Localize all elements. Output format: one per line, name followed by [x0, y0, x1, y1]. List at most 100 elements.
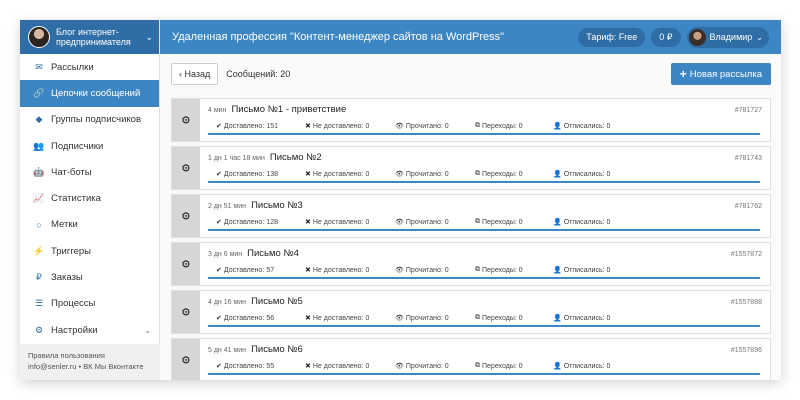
message-delay: 2 дн 51 мин — [208, 203, 247, 210]
stat-label: Переходы: — [482, 314, 517, 322]
brand-avatar — [28, 26, 50, 48]
contact-links[interactable]: info@senler.ru • ВК Мы Вконтакте — [28, 361, 152, 372]
drag-handle[interactable]: ⊙ — [172, 195, 200, 237]
sidebar-item-3[interactable]: 👥 Подписчики — [20, 133, 159, 159]
stat-read: 👁 Прочитано: 0 — [395, 314, 449, 323]
message-name[interactable]: Письмо №2 — [270, 152, 322, 163]
message-name[interactable]: Письмо №4 — [247, 248, 299, 259]
back-button[interactable]: ‹ Назад — [171, 63, 219, 85]
drag-handle[interactable]: ⊙ — [172, 339, 200, 380]
brand-selector[interactable]: Блог интернет-предпринимателя ⌄ — [20, 20, 159, 54]
message-row[interactable]: ⊙ 4 мин Письмо №1 - приветствие #781727 ✔ Дос… — [171, 98, 771, 142]
sidebar-item-label: Заказы — [51, 272, 83, 284]
sidebar-item-label: Рассылки — [51, 61, 94, 73]
external-link-icon: ⧉ — [475, 266, 480, 273]
stat-value: 0 — [606, 266, 611, 274]
stat-value: 0 — [606, 218, 611, 226]
stat-value: 0 — [365, 314, 370, 322]
message-row[interactable]: ⊙ 5 дн 41 мин Письмо №6 #1557896 ✔ Доставлено… — [171, 338, 771, 380]
stat-value: 0 — [365, 122, 370, 130]
chevron-down-icon: ⌄ — [145, 31, 153, 42]
external-link-icon: ⧉ — [475, 170, 480, 177]
stat-label: Не доставлено: — [312, 314, 364, 322]
sidebar-item-8[interactable]: ₽ Заказы — [20, 264, 159, 290]
stat-value: 0 — [606, 170, 611, 178]
message-row[interactable]: ⊙ 3 дн 6 мин Письмо №4 #1557872 ✔ Доставлено:… — [171, 242, 771, 286]
drag-handle[interactable]: ⊙ — [172, 291, 200, 333]
sidebar-item-6[interactable]: ○ Метки — [20, 212, 159, 238]
stat-not_delivered: ✖ Не доставлено: 0 — [305, 122, 370, 131]
clock-icon: ⊙ — [181, 354, 191, 366]
clock-icon: ⊙ — [181, 306, 191, 318]
drag-handle[interactable]: ⊙ — [172, 99, 200, 141]
stat-read: 👁 Прочитано: 0 — [395, 122, 449, 131]
stat-value: 0 — [365, 170, 370, 178]
drag-handle[interactable]: ⊙ — [172, 147, 200, 189]
stat-value: 56 — [266, 314, 275, 322]
message-name[interactable]: Письмо №3 — [251, 200, 303, 211]
circle-icon: ○ — [36, 219, 42, 230]
stat-unsub: 👤 Отписались: 0 — [553, 122, 611, 131]
new-mailing-button[interactable]: + Новая рассылка — [670, 63, 771, 85]
user-minus-icon: 👤 — [553, 315, 562, 322]
stat-value: 0 — [518, 362, 523, 370]
check-icon: ✔ — [216, 219, 222, 226]
message-stats: ✔ Доставлено: 55 ✖ Не доставлено: 0 👁 Прочита… — [208, 362, 762, 372]
message-name[interactable]: Письмо №1 - приветствие — [231, 104, 346, 115]
stat-label: Переходы: — [482, 362, 517, 370]
sidebar-item-0[interactable]: ✉ Рассылки — [20, 54, 159, 80]
message-name[interactable]: Письмо №6 — [251, 344, 303, 355]
new-mailing-label: Новая рассылка — [689, 68, 762, 80]
message-stats: ✔ Доставлено: 57 ✖ Не доставлено: 0 👁 Прочита… — [208, 266, 762, 276]
stat-value: 0 — [365, 266, 370, 274]
tasks-icon: ☰ — [34, 298, 44, 309]
sidebar-item-label: Настройки — [51, 324, 98, 336]
stat-value: 0 — [606, 122, 611, 130]
stat-clicks: ⧉ Переходы: 0 — [475, 218, 523, 226]
stat-label: Отписались: — [563, 266, 605, 274]
stat-value: 0 — [444, 170, 449, 178]
message-name[interactable]: Письмо №5 — [251, 296, 303, 307]
sidebar-item-9[interactable]: ☰ Процессы — [20, 291, 159, 317]
terms-link[interactable]: Правила пользования — [28, 350, 152, 361]
stat-label: Отписались: — [563, 170, 605, 178]
message-delay: 3 дн 6 мин — [208, 251, 243, 258]
message-row[interactable]: ⊙ 1 дн 1 час 18 мин Письмо №2 #781743 ✔ Доста… — [171, 146, 771, 190]
tariff-badge[interactable]: Тариф: Free — [578, 27, 646, 47]
balance-badge[interactable]: 0 ₽ — [651, 27, 681, 47]
stat-label: Прочитано: — [405, 170, 443, 178]
stat-value: 57 — [266, 266, 275, 274]
stat-value: 0 — [518, 170, 523, 178]
eye-icon: 👁 — [395, 171, 404, 178]
message-id: #781743 — [734, 155, 762, 162]
message-row[interactable]: ⊙ 4 дн 16 мин Письмо №5 #1557888 ✔ Доставлено… — [171, 290, 771, 334]
chevron-down-icon: ⌄ — [144, 325, 151, 335]
message-id: #781727 — [734, 107, 762, 114]
drag-handle[interactable]: ⊙ — [172, 243, 200, 285]
sidebar-item-label: Метки — [51, 219, 78, 231]
sidebar-item-4[interactable]: 🤖 Чат-боты — [20, 159, 159, 185]
stat-unsub: 👤 Отписались: 0 — [553, 362, 610, 371]
sidebar-item-1[interactable]: 🔗 Цепочки сообщений — [20, 80, 159, 107]
sidebar-item-label: Цепочки сообщений — [51, 87, 141, 99]
sidebar-item-2[interactable]: ◆ Группы подписчиков — [20, 107, 159, 133]
stat-label: Прочитано: — [405, 218, 443, 226]
stat-label: Отписались: — [563, 122, 605, 130]
eye-icon: 👁 — [395, 363, 404, 370]
toolbar: ‹ Назад Сообщений: 20 + Новая рассылка — [160, 54, 781, 94]
stat-clicks: ⧉ Переходы: 0 — [475, 122, 523, 130]
sidebar-item-10[interactable]: ⚙ Настройки ⌄ — [20, 317, 159, 343]
progress-bar — [208, 277, 760, 279]
messages-count: Сообщений: 20 — [226, 69, 291, 79]
check-icon: ✔ — [216, 123, 222, 130]
message-row[interactable]: ⊙ 2 дн 51 мин Письмо №3 #781762 ✔ Доставлено:… — [171, 194, 771, 238]
user-menu[interactable]: Владимир ⌄ — [686, 26, 769, 48]
stat-value: 0 — [518, 314, 523, 322]
sidebar-item-5[interactable]: 📈 Статистика — [20, 185, 159, 211]
envelope-icon: ✉ — [35, 61, 43, 72]
message-body: 3 дн 6 мин Письмо №4 #1557872 ✔ Доставлено: … — [200, 243, 770, 285]
stat-not_delivered: ✖ Не доставлено: 0 — [305, 314, 370, 323]
progress-bar — [208, 133, 760, 135]
stat-value: 138 — [266, 170, 278, 178]
sidebar-item-7[interactable]: ⚡ Триггеры — [20, 238, 159, 264]
